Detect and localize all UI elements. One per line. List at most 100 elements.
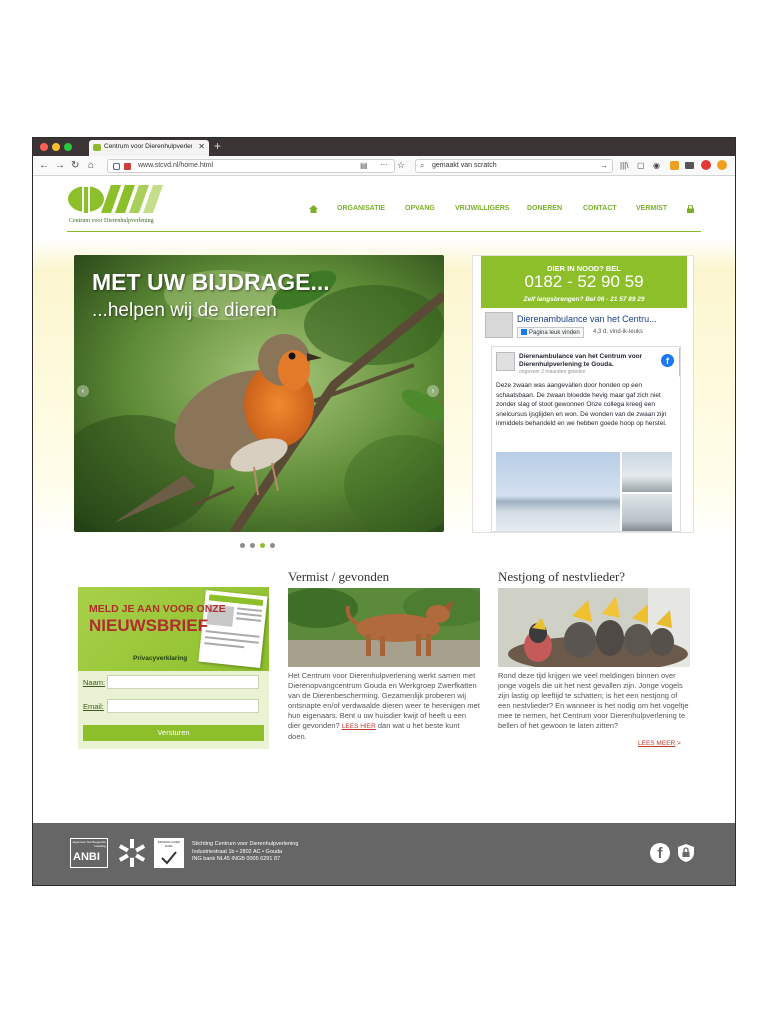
email-field[interactable] (107, 699, 259, 713)
newsletter-heading-line1: MELD JE AAN VOOR ONZE (89, 603, 226, 615)
search-icon: ⌕ (420, 161, 425, 170)
fb-post: Dierenambulance van het Centrum voor Die… (491, 346, 681, 532)
tab-close-icon[interactable]: ✕ (198, 142, 205, 151)
navigation-toolbar: ← → ↻ ⌂ www.stcvd.nl/home.html ▤ ··· ☆ ⌕… (33, 156, 735, 176)
anbi-text: ANBI (73, 851, 100, 863)
fb-post-author[interactable]: Dierenambulance van het Centrum voor Die… (519, 353, 659, 369)
nav-opvang[interactable]: OPVANG (405, 205, 435, 212)
robin-photo (74, 255, 444, 532)
fb-avatar[interactable] (496, 352, 515, 371)
back-icon[interactable]: ← (39, 160, 49, 172)
privacy-link[interactable]: Privacyverklaring (133, 655, 187, 662)
new-tab-button[interactable]: + (214, 139, 221, 153)
tab-title: Centrum voor Dierenhulpverleni (104, 143, 192, 150)
nav-lock-icon[interactable] (687, 204, 694, 215)
lock-icon[interactable] (677, 843, 695, 863)
nav-vermist[interactable]: VERMIST (636, 205, 667, 212)
fb-like-button[interactable]: Pagina leuk vinden (517, 327, 584, 338)
browser-tab[interactable]: Centrum voor Dierenhulpverleni ✕ (89, 140, 209, 156)
nav-contact[interactable]: CONTACT (583, 205, 617, 212)
slider-dot-active[interactable] (260, 543, 265, 548)
slider-dot[interactable] (250, 543, 255, 548)
image-slider[interactable]: MET UW BIJDRAGE... ...helpen wij de dier… (74, 255, 444, 532)
fb-page-thumbnail[interactable] (485, 312, 513, 338)
fb-f-icon (521, 329, 527, 335)
fb-like-label: Pagina leuk vinden (529, 330, 580, 336)
nav-vrijwilligers[interactable]: VRIJWILLIGERS (455, 205, 509, 212)
emergency-phone[interactable]: 0182 - 52 90 59 (481, 272, 687, 292)
fb-page-name[interactable]: Dierenambulance van het Centru... (517, 314, 657, 324)
erkend-goed-doel-badge[interactable]: ERKEND GOED DOEL (154, 838, 184, 868)
facebook-widget: Dierenambulance van het Centru... Pagina… (485, 312, 685, 532)
bookmark-star-icon[interactable]: ☆ (397, 159, 405, 171)
search-input[interactable]: gemaakt van scratch (432, 162, 497, 169)
facebook-icon[interactable]: f (650, 843, 670, 863)
reload-icon[interactable]: ↻ (71, 160, 79, 172)
facebook-icon[interactable]: f (661, 354, 674, 367)
fb-like-count: 4,3 d. vind-ik-leuks (593, 329, 644, 335)
slider-dot[interactable] (270, 543, 275, 548)
footer-org: Stichting Centrum voor Dierenhulpverleni… (192, 841, 299, 847)
shield-icon[interactable] (113, 163, 120, 170)
newsletter-paper-image (198, 589, 268, 669)
home-icon[interactable]: ⌂ (88, 160, 94, 172)
adblock-icon[interactable] (701, 160, 711, 170)
forward-icon[interactable]: → (55, 160, 65, 172)
footer-street: Industriestraat 1b • 2802 AC • Gouda (192, 848, 283, 855)
search-go-icon[interactable]: → (600, 161, 608, 170)
chevron-right-icon: > (677, 740, 681, 747)
nestjong-text: Rond deze tijd krijgen we veel meldingen… (498, 671, 689, 730)
lees-meer-link[interactable]: LEES MEER > (638, 740, 681, 747)
account-icon[interactable]: ◉ (653, 160, 660, 172)
emergency-header: DIER IN NOOD? BEL 0182 - 52 90 59 Zelf l… (481, 256, 687, 308)
insecure-lock-icon[interactable] (124, 163, 131, 170)
site-header: Centrum voor Dierenhulpverlening ORGANIS… (33, 177, 735, 239)
lees-hier-link[interactable]: LEES HIER (342, 723, 376, 730)
logo-text: Centrum voor Dierenhulpverlening (69, 218, 154, 224)
name-field[interactable] (107, 675, 259, 689)
fb-post-image[interactable] (496, 452, 620, 531)
newsletter-heading-line2: NIEUWSBRIEF (89, 616, 208, 635)
sidebar-icon[interactable]: ▢ (637, 160, 645, 172)
anbi-small-text: Algemeen Nut Beogende Instelling (72, 840, 106, 848)
baby-birds-photo (498, 588, 690, 667)
menu-extension-icon[interactable] (717, 160, 727, 170)
maximize-window-icon[interactable] (64, 143, 72, 151)
slider-next-icon[interactable]: › (427, 385, 439, 397)
reader-view-icon[interactable]: ▤ (360, 161, 368, 170)
footer-address: Stichting Centrum voor Dierenhulpverleni… (192, 841, 298, 864)
browser-window: Centrum voor Dierenhulpverleni ✕ + ← → ↻… (32, 137, 736, 886)
fb-post-image[interactable] (622, 452, 672, 492)
url-text[interactable]: www.stcvd.nl/home.html (138, 162, 213, 169)
fb-scrollbar[interactable] (679, 347, 680, 377)
hero-section: MET UW BIJDRAGE... ...helpen wij de dier… (33, 239, 735, 548)
lees-meer-label[interactable]: LEES MEER (638, 740, 675, 747)
close-window-icon[interactable] (40, 143, 48, 151)
library-icon[interactable]: |||\ (620, 160, 628, 172)
fb-post-time[interactable]: ongeveer 2 maanden geleden (519, 369, 585, 375)
minimize-window-icon[interactable] (52, 143, 60, 151)
fb-post-text: Deze zwaan was aangevallen door honden o… (496, 382, 667, 427)
nav-home-icon[interactable] (309, 205, 318, 215)
folder-extension-icon[interactable] (685, 162, 694, 169)
page-actions-icon[interactable]: ··· (380, 159, 388, 171)
emergency-subtitle: Zelf langsbrengen? Bel 06 - 21 57 89 29 (523, 296, 645, 303)
email-label: Email: (83, 702, 104, 711)
extension-icon[interactable] (670, 161, 679, 170)
slider-dot[interactable] (240, 543, 245, 548)
address-bar[interactable]: www.stcvd.nl/home.html ▤ (107, 159, 395, 173)
nav-organisatie[interactable]: ORGANISATIE (337, 205, 385, 212)
submit-button[interactable]: Versturen (83, 725, 264, 741)
newsletter-banner: MELD JE AAN VOOR ONZE NIEUWSBRIEF Privac… (78, 587, 269, 671)
site-favicon-icon (93, 144, 101, 151)
dog-photo (288, 588, 480, 667)
checkmark-icon (161, 851, 177, 865)
tab-bar: Centrum voor Dierenhulpverleni ✕ + (33, 138, 735, 156)
cbf-keurmerk-icon[interactable] (117, 837, 147, 869)
slider-prev-icon[interactable]: ‹ (77, 385, 89, 397)
fb-post-image[interactable] (622, 494, 672, 531)
search-bar[interactable]: ⌕ gemaakt van scratch → (415, 159, 613, 173)
nav-doneren[interactable]: DONEREN (527, 205, 562, 212)
seal-text: ERKEND GOED DOEL (157, 840, 181, 848)
anbi-badge[interactable]: Algemeen Nut Beogende Instelling ANBI (70, 838, 108, 868)
